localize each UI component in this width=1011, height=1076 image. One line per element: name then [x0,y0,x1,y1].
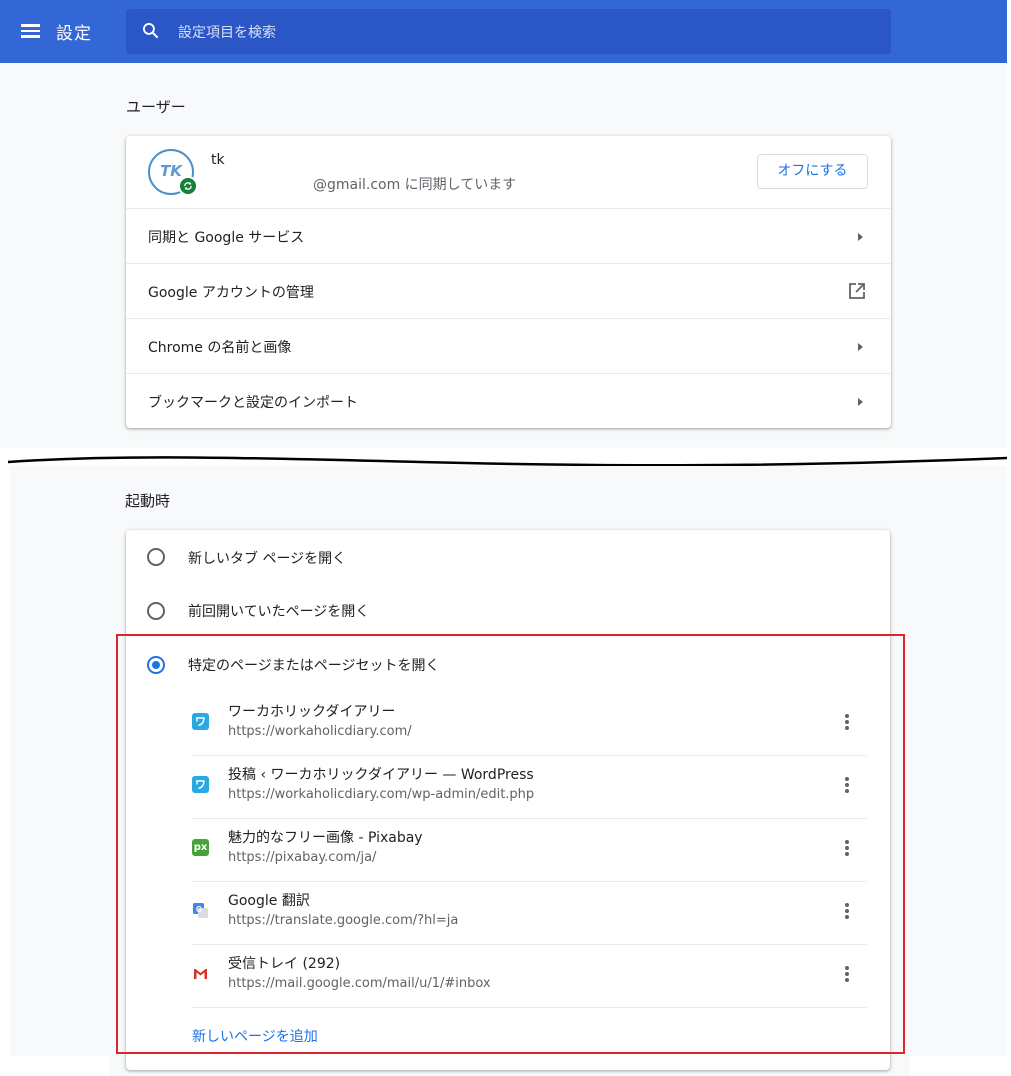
page-item-url: https://workaholicdiary.com/ [228,724,412,739]
more-vert-icon[interactable] [843,964,851,984]
row-label: ブックマークと設定のインポート [148,395,358,411]
page-title: 設定 [56,24,92,44]
row-manage-google-account[interactable]: Google アカウントの管理 [126,263,891,318]
hamburger-menu-icon[interactable] [21,22,41,38]
settings-toolbar: 設定 設定項目を検索 [0,0,1007,63]
page-item-title: 受信トレイ (292) [228,956,341,972]
page-item-title: 魅力的なフリー画像 - Pixabay [228,830,423,846]
page-item-title: ワーカホリックダイアリー [228,704,396,720]
open-in-new-icon [849,283,865,299]
startup-page-item: 受信トレイ (292) https://mail.google.com/mail… [192,944,867,1007]
workaholicdiary-icon: ワ [192,776,209,793]
user-section-title: ユーザー [126,98,186,116]
radio-label: 特定のページまたはページセットを開く [188,658,440,674]
radio-open-specific-pages[interactable] [147,656,165,674]
search-icon [143,23,159,39]
search-input[interactable]: 設定項目を検索 [126,9,891,54]
row-label: Google アカウントの管理 [148,285,314,301]
page-item-url: https://pixabay.com/ja/ [228,850,377,865]
pixabay-icon: px [192,839,209,856]
gmail-icon [192,965,209,982]
radio-label: 新しいタブ ページを開く [188,551,347,567]
more-vert-icon[interactable] [843,775,851,795]
user-card: TK tk @gmail.com に同期しています オフにする 同期と Goog… [126,136,891,428]
page-item-title: Google 翻訳 [228,893,310,909]
more-vert-icon[interactable] [843,838,851,858]
row-chrome-name-and-picture[interactable]: Chrome の名前と画像 [126,318,891,373]
add-new-page-link[interactable]: 新しいページを追加 [192,1026,318,1046]
page-item-url: https://mail.google.com/mail/u/1/#inbox [228,976,491,991]
row-label: Chrome の名前と画像 [148,340,292,356]
startup-page-item: ワ ワーカホリックダイアリー https://workaholicdiary.c… [192,693,867,756]
page-item-title: 投稿 ‹ ワーカホリックダイアリー — WordPress [228,767,534,783]
search-placeholder: 設定項目を検索 [178,25,276,41]
divider [192,1007,867,1008]
page-item-url: https://workaholicdiary.com/wp-admin/edi… [228,787,535,802]
row-import-bookmarks-settings[interactable]: ブックマークと設定のインポート [126,373,891,428]
page-item-url: https://translate.google.com/?hl=ja [228,913,459,928]
chevron-right-icon [858,398,863,406]
radio-new-tab[interactable] [147,548,165,566]
radio-continue-where-left[interactable] [147,602,165,620]
svg-text:G: G [196,905,202,914]
startup-section-title: 起動時 [125,492,171,510]
sync-status: @gmail.com に同期しています [313,177,517,193]
chevron-right-icon [858,343,863,351]
startup-page-item: ワ 投稿 ‹ ワーカホリックダイアリー — WordPress https://… [192,755,867,818]
turn-off-sync-button[interactable]: オフにする [757,154,868,189]
sync-icon [178,176,198,196]
startup-card: 新しいタブ ページを開く 前回開いていたページを開く 特定のページまたはページセ… [126,530,890,1070]
chevron-right-icon [858,233,863,241]
row-label: 同期と Google サービス [148,230,305,246]
workaholicdiary-icon: ワ [192,713,209,730]
google-translate-icon: G [192,902,209,919]
row-sync-google-services[interactable]: 同期と Google サービス [126,208,891,263]
radio-label: 前回開いていたページを開く [188,604,370,620]
more-vert-icon[interactable] [843,901,851,921]
more-vert-icon[interactable] [843,712,851,732]
user-name: tk [211,152,225,168]
startup-page-item: G Google 翻訳 https://translate.google.com… [192,881,867,944]
startup-page-item: px 魅力的なフリー画像 - Pixabay https://pixabay.c… [192,818,867,881]
